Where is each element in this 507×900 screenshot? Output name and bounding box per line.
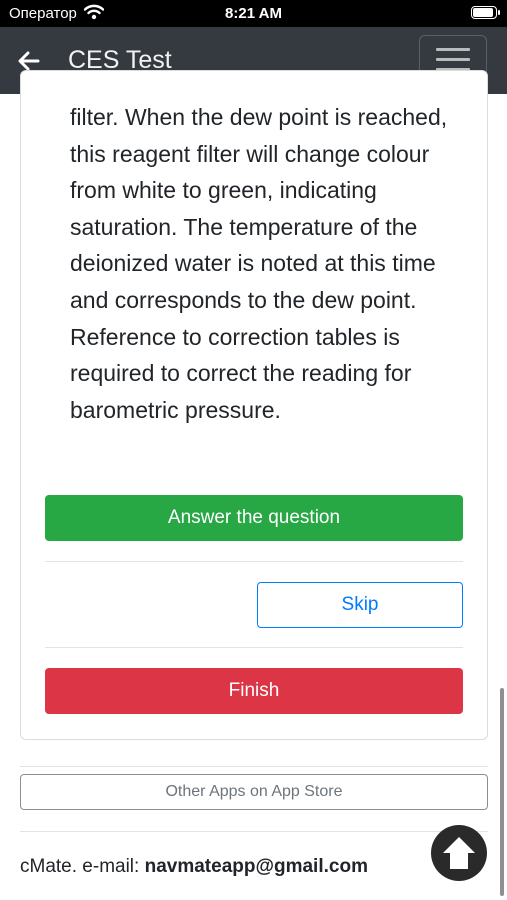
clock-time: 8:21 AM (225, 5, 282, 22)
hamburger-menu-icon-bar (436, 58, 470, 61)
answer-question-button[interactable]: Answer the question (45, 495, 463, 541)
email-link[interactable]: navmateapp@gmail.com (145, 856, 368, 877)
arrow-up-icon (443, 837, 475, 869)
contact-email-text: cMate. e-mail: navmateapp@gmail.com (20, 856, 368, 878)
finish-button[interactable]: Finish (45, 668, 463, 714)
scroll-to-top-button[interactable] (431, 825, 487, 881)
question-text: filter. When the dew point is reached, t… (70, 104, 448, 423)
divider (45, 647, 463, 648)
battery-icon (471, 6, 500, 19)
back-arrow-icon[interactable] (18, 51, 40, 71)
divider (20, 831, 488, 832)
other-apps-button[interactable]: Other Apps on App Store (20, 774, 488, 810)
scroll-indicator (500, 688, 504, 896)
status-bar: Оператор 8:21 AM (0, 0, 507, 27)
contact-prefix: cMate. e-mail: (20, 856, 145, 877)
hamburger-menu-icon (436, 48, 470, 51)
divider (20, 766, 488, 767)
divider (45, 561, 463, 562)
skip-button[interactable]: Skip (257, 582, 463, 628)
